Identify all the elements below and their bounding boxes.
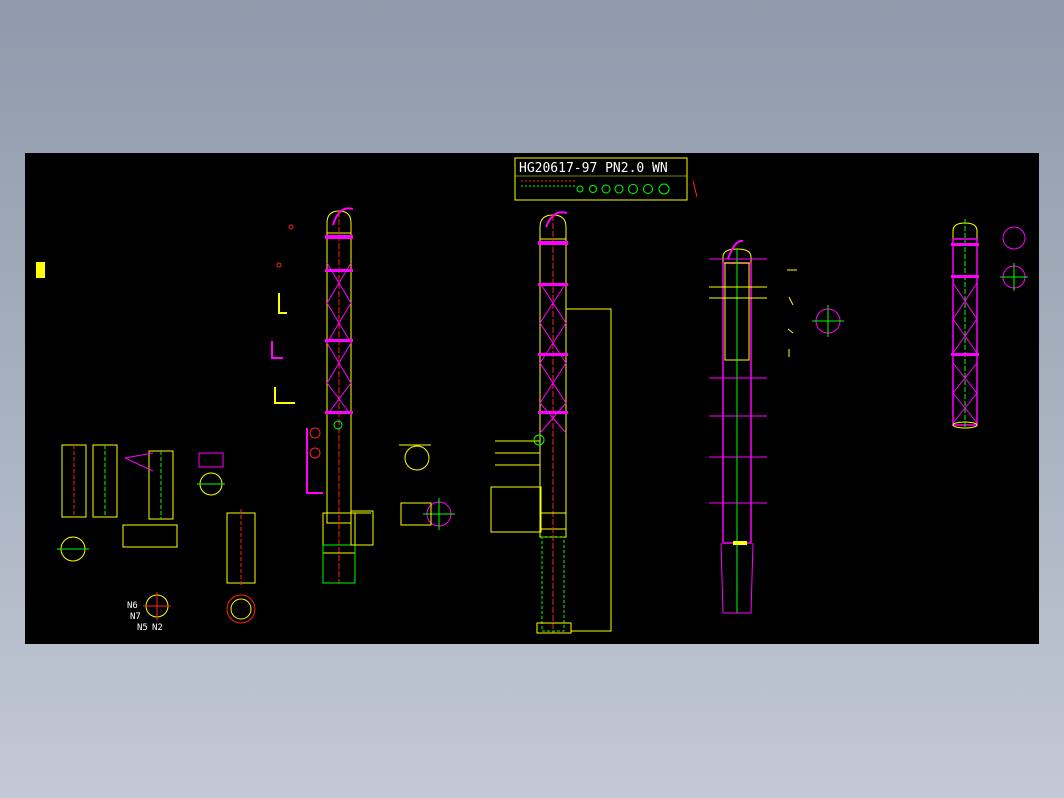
drawing-canvas: HG20617-97 PN2.0 WN N6 N7 N5 N2: [36, 157, 1028, 634]
distillation-column-2: [490, 211, 612, 634]
nozzle-label-n7: N7: [130, 612, 141, 622]
nozzle-label-n2: N2: [152, 623, 163, 633]
cad-drawing-viewport[interactable]: HG20617-97 PN2.0 WN N6 N7 N5 N2: [25, 153, 1039, 644]
column-3-annotations: [787, 269, 797, 357]
section-circles: [57, 226, 1028, 562]
left-detail-views: [61, 444, 432, 624]
standard-designation-text: HG20617-97 PN2.0 WN: [519, 161, 668, 176]
nozzle-details-column-1: [271, 224, 295, 404]
distillation-column-4: [951, 219, 979, 429]
nozzle-label-n5: N5: [137, 623, 148, 633]
flange-standard-table: HG20617-97 PN2.0 WN: [514, 157, 698, 201]
distillation-column-1: [306, 207, 374, 584]
flange-symbol-row: [521, 180, 670, 195]
nozzle-label-n6: N6: [127, 601, 138, 611]
drawing-marker-icon: [36, 262, 45, 278]
distillation-column-3: [709, 239, 767, 614]
nozzle-orientation-view: N6 N7 N5 N2: [127, 592, 171, 633]
